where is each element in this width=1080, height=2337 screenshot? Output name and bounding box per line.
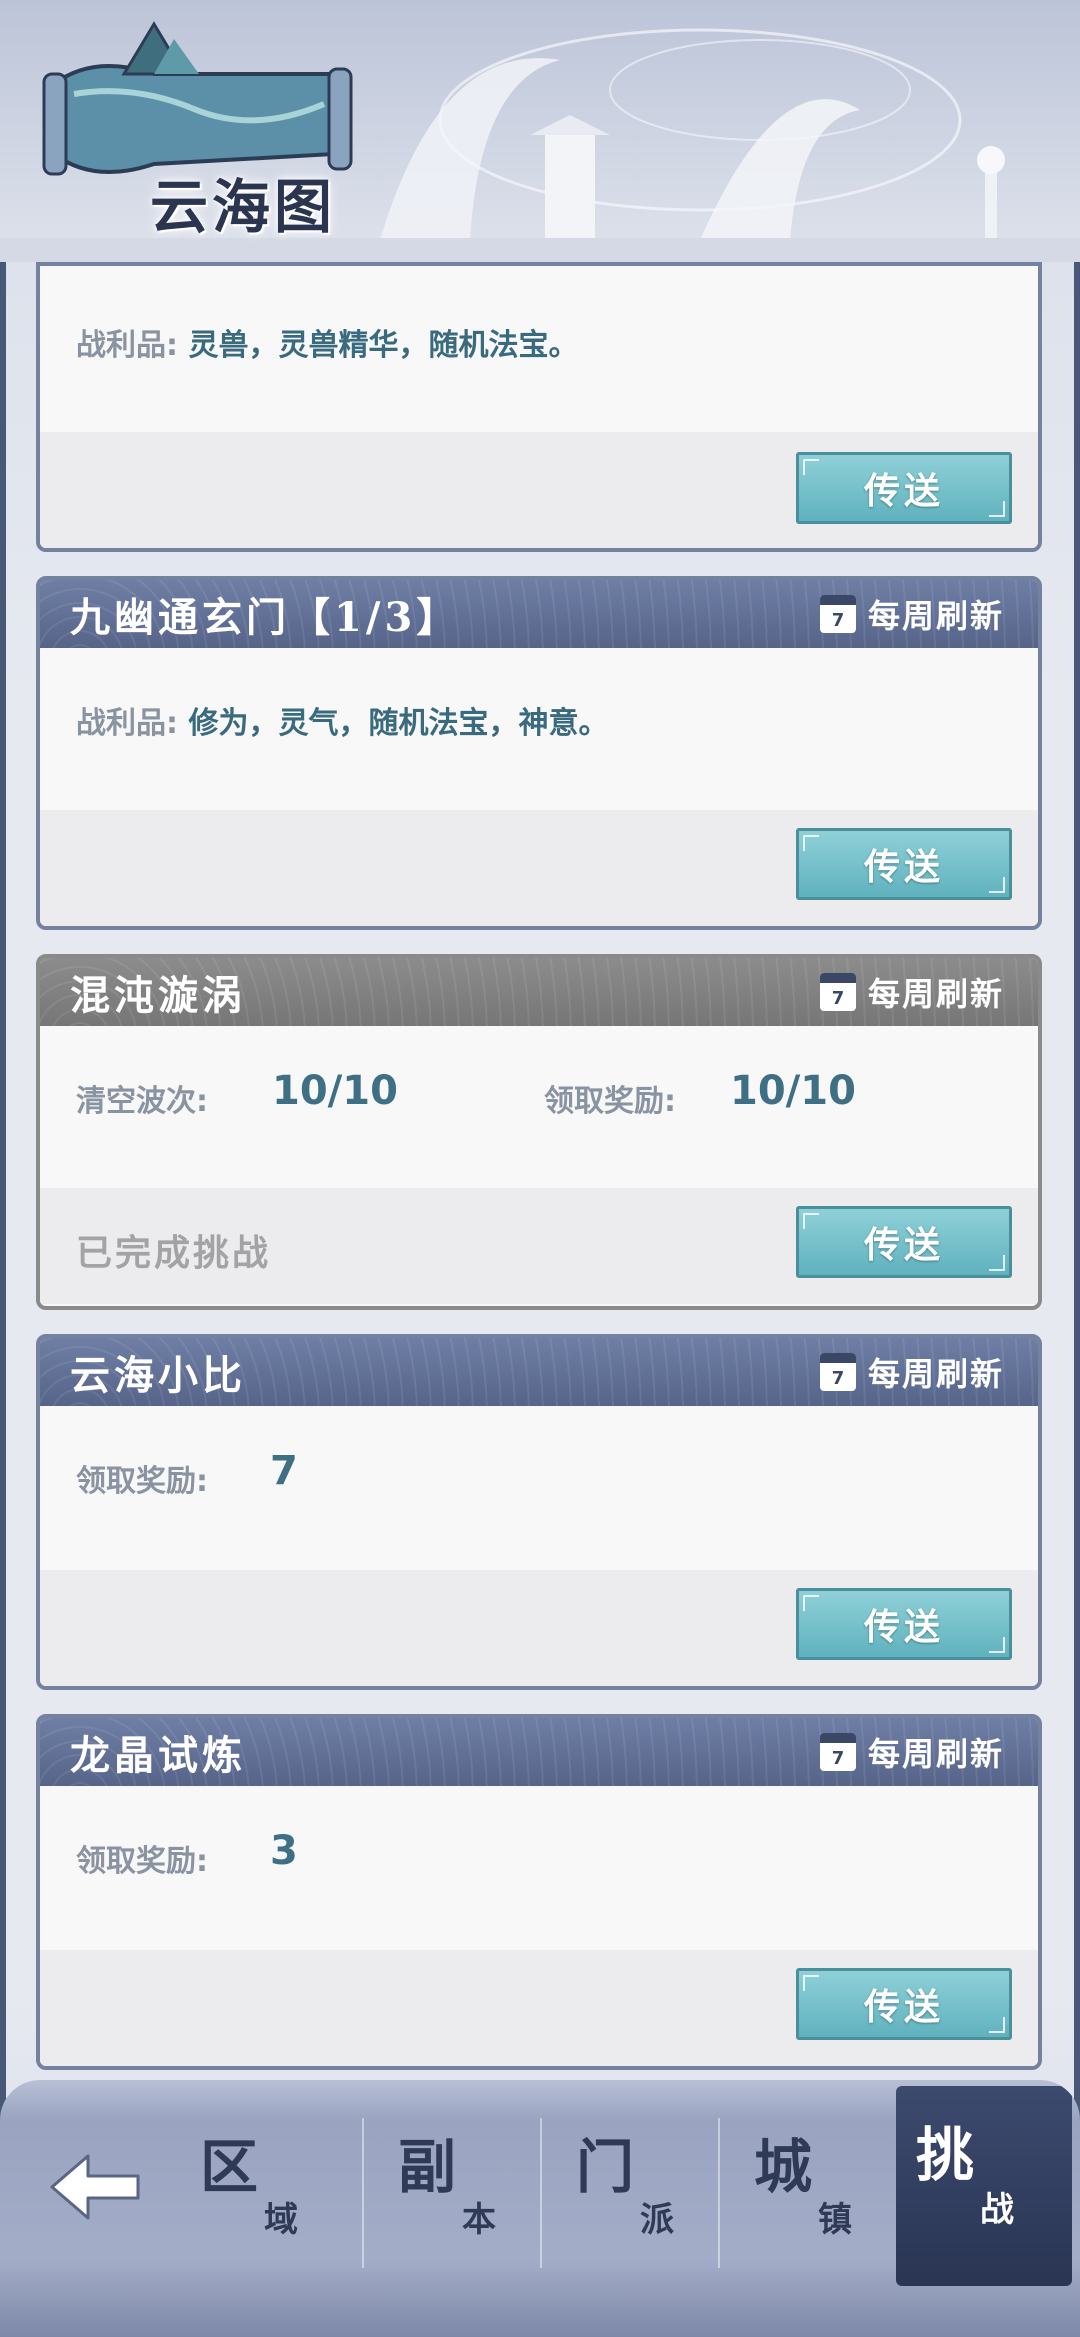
challenge-card-yunhai-contest: 云海小比 7 每周刷新 领取奖励: 7 传送	[36, 1334, 1042, 1690]
rewards-claimed-value: 7	[270, 1448, 298, 1494]
teleport-button[interactable]: 传送	[796, 1968, 1012, 2040]
rewards-claimed-label: 领取奖励:	[544, 1084, 676, 1119]
tab-dungeon[interactable]: 副 本	[378, 2110, 554, 2280]
weekly-refresh-badge: 7 每周刷新	[819, 591, 1004, 637]
teleport-button[interactable]: 传送	[796, 1206, 1012, 1278]
clear-waves-value: 10/10	[272, 1068, 398, 1114]
back-arrow-icon[interactable]	[44, 2142, 144, 2232]
weekly-refresh-badge: 7 每周刷新	[819, 1729, 1004, 1775]
challenge-card-chaos-vortex: 混沌漩涡 7 每周刷新 清空波次: 10/10 领取奖励: 10/10 已完成挑…	[36, 954, 1042, 1310]
weekly-refresh-badge: 7 每周刷新	[819, 1349, 1004, 1395]
card-title: 龙晶试炼	[70, 1732, 246, 1779]
loot-text: 战利品: 灵兽，灵兽精华，随机法宝。	[76, 328, 579, 363]
teleport-button[interactable]: 传送	[796, 452, 1012, 524]
app-frame: 云海图 战利品: 灵兽，灵兽精华，随机法宝。 传送 九幽通玄门【1/3】 7 每…	[0, 0, 1080, 2337]
rewards-claimed-value: 10/10	[730, 1068, 856, 1114]
challenge-card-dragon-crystal: 龙晶试炼 7 每周刷新 领取奖励: 3 传送	[36, 1714, 1042, 2070]
clear-waves-label: 清空波次:	[76, 1084, 208, 1119]
bottom-navigation: 区 域 副 本 门 派 城 镇 挑 战	[0, 2080, 1080, 2337]
tab-region[interactable]: 区 域	[180, 2110, 356, 2280]
weekly-refresh-badge: 7 每周刷新	[819, 969, 1004, 1015]
rewards-claimed-value: 3	[270, 1828, 298, 1874]
page-title: 云海图	[150, 173, 337, 241]
tab-sect[interactable]: 门 派	[556, 2110, 732, 2280]
loot-text: 战利品: 修为，灵气，随机法宝，神意。	[76, 706, 609, 741]
header: 云海图	[0, 0, 1080, 262]
card-title: 混沌漩涡	[70, 972, 246, 1019]
tab-divider	[540, 2118, 542, 2268]
tab-divider	[718, 2118, 720, 2268]
calendar-icon: 7	[819, 1353, 856, 1391]
card-title: 云海小比	[70, 1352, 246, 1399]
card-title: 九幽通玄门【1/3】	[70, 594, 461, 641]
teleport-button[interactable]: 传送	[796, 828, 1012, 900]
challenge-card-jiuyou: 九幽通玄门【1/3】 7 每周刷新 战利品: 修为，灵气，随机法宝，神意。 传送	[36, 576, 1042, 930]
tab-challenge[interactable]: 挑 战	[896, 2086, 1072, 2286]
rewards-claimed-label: 领取奖励:	[76, 1464, 208, 1499]
challenge-completed-status: 已完成挑战	[76, 1233, 272, 1274]
teleport-button[interactable]: 传送	[796, 1588, 1012, 1660]
calendar-icon: 7	[819, 595, 856, 633]
tab-divider	[362, 2118, 364, 2268]
calendar-icon: 7	[819, 1733, 856, 1771]
challenge-card-beast: 战利品: 灵兽，灵兽精华，随机法宝。 传送	[36, 262, 1042, 552]
calendar-icon: 7	[819, 973, 856, 1011]
rewards-claimed-label: 领取奖励:	[76, 1844, 208, 1879]
tab-town[interactable]: 城 镇	[734, 2110, 910, 2280]
